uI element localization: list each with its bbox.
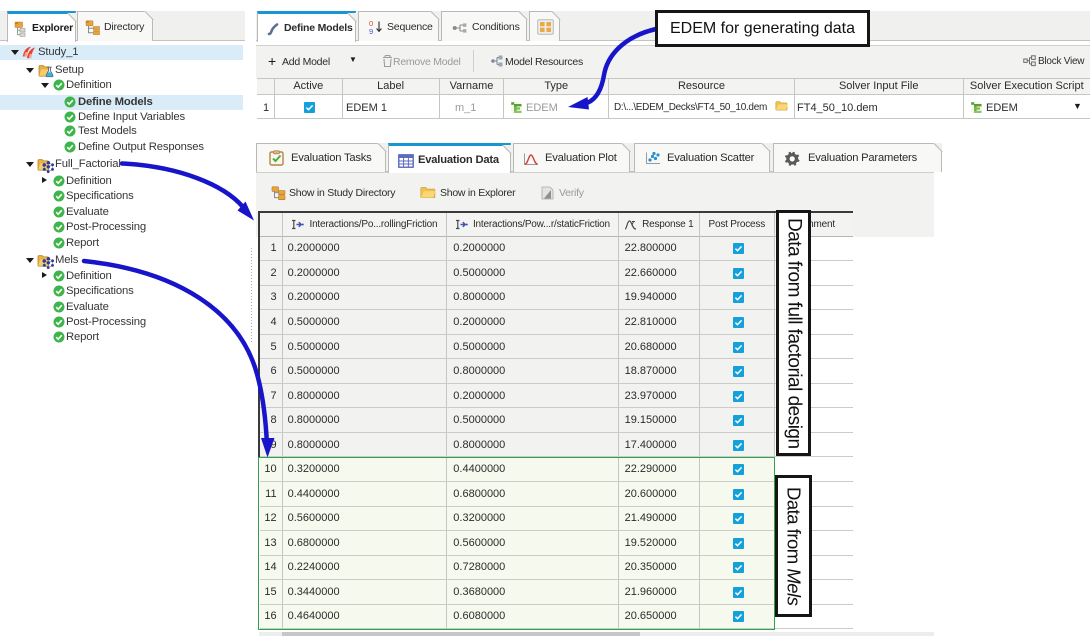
svg-text:9: 9 bbox=[369, 27, 373, 35]
